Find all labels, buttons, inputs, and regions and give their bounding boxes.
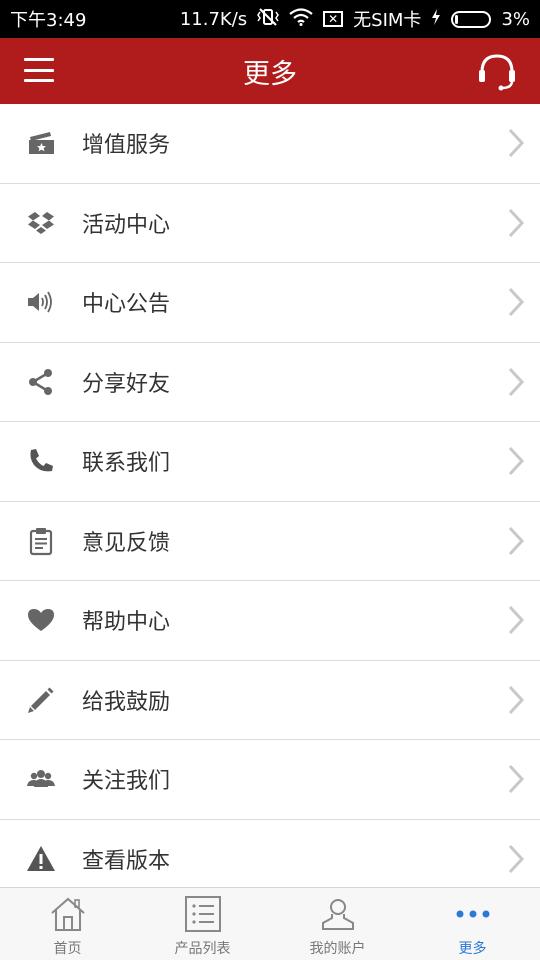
pencil-icon — [28, 687, 54, 713]
menu-item-follow-us[interactable]: 关注我们 — [0, 740, 540, 820]
hamburger-line — [24, 68, 54, 72]
menu-item-label: 意见反馈 — [82, 530, 171, 556]
list-icon — [184, 896, 221, 932]
menu-item-label: 查看版本 — [82, 848, 171, 874]
more-menu-list: 增值服务 活动中心 中心公告 分享好友 联系我们 意见反馈 帮助中心 给我鼓励 — [0, 104, 540, 887]
tab-more[interactable]: 更多 — [405, 888, 540, 960]
user-icon — [321, 899, 354, 930]
menu-item-feedback[interactable]: 意见反馈 — [0, 501, 540, 581]
sim-status: 无SIM卡 — [353, 10, 422, 31]
dropbox-icon — [28, 211, 54, 234]
menu-item-value-added-services[interactable]: 增值服务 — [0, 104, 540, 184]
chevron-right-icon — [508, 844, 525, 873]
menu-item-label: 分享好友 — [82, 371, 171, 397]
menu-item-label: 增值服务 — [82, 133, 171, 159]
status-indicators: 11.7K/s ✕ 无SIM卡 3% — [180, 6, 530, 32]
tab-my-account[interactable]: 我的账户 — [270, 888, 405, 960]
chevron-right-icon — [508, 447, 525, 476]
status-bar: 下午3:49 11.7K/s ✕ 无SIM卡 3% — [0, 0, 540, 38]
menu-item-label: 中心公告 — [82, 292, 171, 318]
menu-item-check-version[interactable]: 查看版本 — [0, 819, 540, 887]
chevron-right-icon — [508, 208, 525, 237]
more-icon — [456, 910, 489, 918]
tab-home[interactable]: 首页 — [0, 888, 135, 960]
ticket-star-icon — [29, 132, 54, 155]
hamburger-line — [24, 58, 54, 61]
phone-icon — [30, 449, 53, 472]
chevron-right-icon — [508, 606, 525, 635]
no-sim-icon: ✕ — [323, 11, 344, 27]
page-title: 更多 — [243, 58, 297, 90]
clipboard-icon — [29, 527, 53, 555]
hamburger-line — [24, 79, 54, 82]
menu-item-announcements[interactable]: 中心公告 — [0, 263, 540, 343]
home-icon — [50, 897, 85, 931]
bottom-tab-bar: 首页 产品列表 我的账户 更多 — [0, 887, 540, 960]
chevron-right-icon — [508, 129, 525, 158]
tab-label: 首页 — [53, 941, 82, 957]
warning-icon — [27, 845, 55, 871]
menu-item-activity-center[interactable]: 活动中心 — [0, 183, 540, 263]
chevron-right-icon — [508, 685, 525, 714]
menu-item-label: 给我鼓励 — [82, 689, 171, 715]
battery-level-fill — [455, 14, 459, 24]
menu-item-label: 联系我们 — [82, 451, 171, 477]
menu-item-share-friends[interactable]: 分享好友 — [0, 342, 540, 422]
share-icon — [29, 368, 52, 395]
tab-label: 我的账户 — [309, 941, 366, 957]
menu-item-label: 关注我们 — [82, 769, 171, 795]
heart-icon — [28, 609, 54, 632]
chevron-right-icon — [508, 765, 525, 794]
vibrate-off-icon — [257, 7, 280, 32]
wifi-icon — [289, 7, 313, 31]
tab-product-list[interactable]: 产品列表 — [135, 888, 270, 960]
tab-label: 更多 — [458, 941, 487, 957]
menu-item-encourage-us[interactable]: 给我鼓励 — [0, 660, 540, 740]
chevron-right-icon — [508, 367, 525, 396]
hamburger-menu-button[interactable] — [24, 58, 54, 82]
battery-icon — [451, 10, 492, 28]
tab-label: 产品列表 — [174, 941, 231, 957]
chevron-right-icon — [508, 526, 525, 555]
network-speed: 11.7K/s — [179, 8, 248, 30]
battery-percent: 3% — [501, 8, 530, 30]
charging-icon — [431, 8, 441, 30]
customer-service-button[interactable] — [476, 50, 518, 92]
menu-item-contact-us[interactable]: 联系我们 — [0, 422, 540, 502]
menu-item-label: 活动中心 — [82, 212, 171, 238]
menu-item-help-center[interactable]: 帮助中心 — [0, 581, 540, 661]
app-header: 更多 — [0, 38, 540, 104]
chevron-right-icon — [508, 288, 525, 317]
headset-icon — [479, 54, 515, 91]
group-icon — [27, 770, 55, 788]
status-time: 下午3:49 — [10, 10, 87, 31]
menu-item-label: 帮助中心 — [82, 610, 171, 636]
speaker-icon — [28, 291, 52, 313]
